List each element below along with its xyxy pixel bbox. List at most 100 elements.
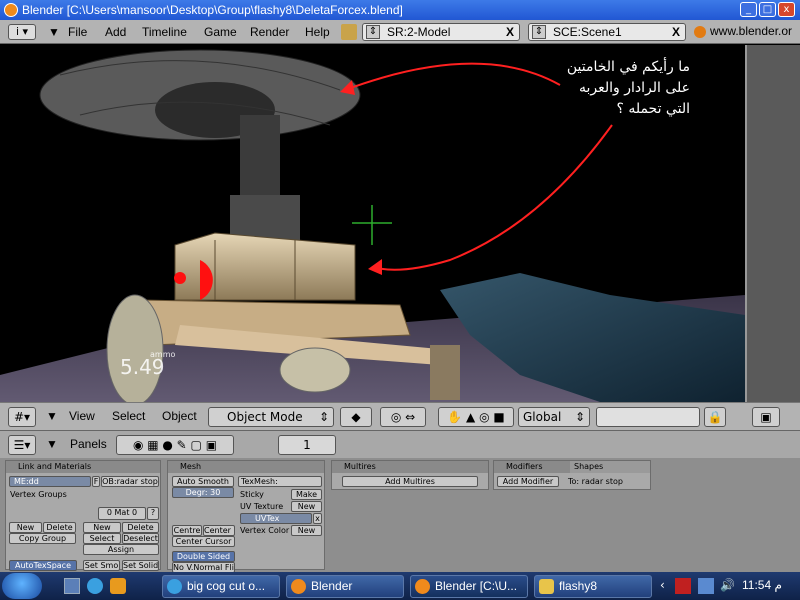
link-materials-title[interactable]: Link and Materials: [6, 461, 160, 473]
orientation-label: Global: [523, 410, 562, 424]
cart-wheel-right: [279, 347, 351, 393]
add-modifier-button[interactable]: Add Modifier: [497, 476, 559, 487]
start-button[interactable]: [2, 573, 42, 599]
material-help-button[interactable]: ?: [147, 507, 159, 520]
ie-icon: [167, 579, 182, 594]
menu-select[interactable]: Select: [112, 409, 145, 423]
info-icon[interactable]: i ▾: [8, 24, 36, 40]
menu-file[interactable]: File: [68, 25, 87, 39]
buttons-arrow-icon[interactable]: ▼: [46, 437, 58, 451]
menu-help[interactable]: Help: [305, 25, 330, 39]
manipulator-icons[interactable]: ✋ ▲ ◎ ■: [438, 407, 514, 427]
orientation-dropdown-icon: ⇕: [574, 410, 585, 424]
pivot-icon[interactable]: ◎ ⇔: [380, 407, 426, 427]
material-delete-button[interactable]: Delete: [122, 522, 159, 533]
uv-texture-new-button[interactable]: New: [291, 501, 322, 512]
annotation-line-1: ما رأيكم في الخامتين: [566, 59, 690, 75]
header-arrow-icon[interactable]: ▼: [46, 409, 58, 423]
media-player-icon[interactable]: [110, 578, 126, 594]
render-icon[interactable]: ▣: [752, 407, 780, 427]
auto-smooth-toggle[interactable]: Auto Smooth: [172, 476, 234, 487]
taskbar-item-label: Blender [C:\U...: [435, 579, 518, 593]
autotexspace-toggle[interactable]: AutoTexSpace: [9, 560, 77, 571]
screen-icon[interactable]: [341, 24, 357, 40]
lock-icon[interactable]: 🔒: [704, 407, 726, 427]
center-cursor-button[interactable]: Center Cursor: [172, 536, 235, 547]
context-icons[interactable]: ◉ ▦ ● ✎ ▢ ▣: [116, 435, 234, 455]
draw-type-icon[interactable]: ◆: [340, 407, 372, 427]
tray-chevron-icon[interactable]: ‹: [660, 578, 665, 592]
taskbar-item-blender-active[interactable]: Blender [C:\U...: [410, 575, 528, 598]
material-index-field[interactable]: 0 Mat 0: [98, 507, 146, 520]
editor-type-grid-icon[interactable]: #▾: [8, 407, 36, 427]
set-smooth-button[interactable]: Set Smo: [83, 560, 120, 571]
show-desktop-icon[interactable]: [64, 578, 80, 594]
menu-object[interactable]: Object: [162, 409, 197, 423]
vgroup-delete-button[interactable]: Delete: [43, 522, 76, 533]
network-tray-icon[interactable]: [698, 578, 714, 594]
window-title: Blender [C:\Users\mansoor\Desktop\Group\…: [22, 3, 403, 17]
uvtex-delete-icon[interactable]: x: [313, 513, 322, 524]
vgroup-new-button[interactable]: New: [9, 522, 42, 533]
title-bar: Blender [C:\Users\mansoor\Desktop\Group\…: [0, 0, 800, 20]
texmesh-field[interactable]: TexMesh:: [238, 476, 322, 487]
scene-selector[interactable]: ⇕ SCE:Scene1 X: [528, 23, 686, 41]
menu-timeline[interactable]: Timeline: [142, 25, 187, 39]
volume-tray-icon[interactable]: 🔊: [720, 578, 735, 592]
mesh-title[interactable]: Mesh: [168, 461, 324, 473]
taskbar-item-blender[interactable]: Blender: [286, 575, 404, 598]
blender-url-link[interactable]: www.blender.or: [692, 24, 800, 40]
layer-buttons[interactable]: [596, 407, 700, 427]
set-solid-button[interactable]: Set Solid: [122, 560, 159, 571]
screen-selector[interactable]: ⇕ SR:2-Model X: [362, 23, 520, 41]
scene-browse-icon[interactable]: ⇕: [532, 25, 546, 39]
close-button[interactable]: x: [778, 2, 795, 17]
minimize-button[interactable]: _: [740, 2, 757, 17]
frame-field[interactable]: 1: [278, 435, 336, 455]
orientation-selector[interactable]: Global ⇕: [518, 407, 590, 427]
right-viewport-pane[interactable]: [745, 45, 800, 402]
screen-delete-icon[interactable]: X: [503, 24, 517, 40]
material-new-button[interactable]: New: [83, 522, 121, 533]
mode-dropdown-icon: ⇕: [318, 410, 329, 424]
buttons-window: Link and Materials ME:dd F OB:radar stop…: [0, 458, 800, 573]
fake-user-button[interactable]: F: [92, 476, 100, 487]
uvtex-layer-field[interactable]: UVTex: [240, 513, 312, 524]
material-select-button[interactable]: Select: [83, 533, 121, 544]
annotation-text: ما رأيكم في الخامتين على الرادار والعربه…: [520, 57, 690, 120]
object-name-field[interactable]: OB:radar stop: [101, 476, 159, 487]
add-multires-button[interactable]: Add Multires: [342, 476, 478, 487]
copy-group-button[interactable]: Copy Group: [9, 533, 76, 544]
mode-selector[interactable]: Object Mode ⇕: [208, 407, 334, 427]
maximize-button[interactable]: □: [759, 2, 776, 17]
shapes-tab[interactable]: Shapes: [570, 461, 650, 473]
center-new-button[interactable]: Center Ne: [203, 525, 235, 536]
sticky-make-button[interactable]: Make: [291, 489, 322, 500]
uv-texture-label: UV Texture: [240, 502, 284, 511]
modifiers-tab[interactable]: Modifiers: [494, 461, 570, 473]
material-deselect-button[interactable]: Deselect: [122, 533, 159, 544]
taskbar-item-flashy8[interactable]: flashy8: [534, 575, 652, 598]
ie-quicklaunch-icon[interactable]: [87, 578, 103, 594]
antivirus-tray-icon[interactable]: [675, 578, 691, 594]
menu-render[interactable]: Render: [250, 25, 289, 39]
taskbar-clock[interactable]: 11:54 م: [742, 578, 782, 592]
mesh-name-field[interactable]: ME:dd: [9, 476, 91, 487]
menu-arrow-icon[interactable]: ▼: [48, 25, 60, 39]
menu-game[interactable]: Game: [204, 25, 237, 39]
multires-title[interactable]: Multires: [332, 461, 488, 473]
vertex-color-label: Vertex Color: [240, 526, 290, 535]
vertex-color-new-button[interactable]: New: [291, 525, 322, 536]
screen-browse-icon[interactable]: ⇕: [366, 25, 380, 39]
annotation-line-3: التي تحمله ؟: [616, 101, 690, 117]
centre-button[interactable]: Centre: [172, 525, 202, 536]
material-assign-button[interactable]: Assign: [83, 544, 159, 555]
degree-field[interactable]: Degr: 30: [172, 487, 234, 498]
menu-add[interactable]: Add: [105, 25, 126, 39]
buttons-editor-type-icon[interactable]: ☰▾: [8, 435, 36, 455]
double-sided-toggle[interactable]: Double Sided: [172, 551, 235, 562]
menu-view[interactable]: View: [69, 409, 95, 423]
taskbar-item-ie[interactable]: big cog cut o...: [162, 575, 280, 598]
mode-label: Object Mode: [227, 410, 303, 424]
scene-delete-icon[interactable]: X: [669, 24, 683, 40]
